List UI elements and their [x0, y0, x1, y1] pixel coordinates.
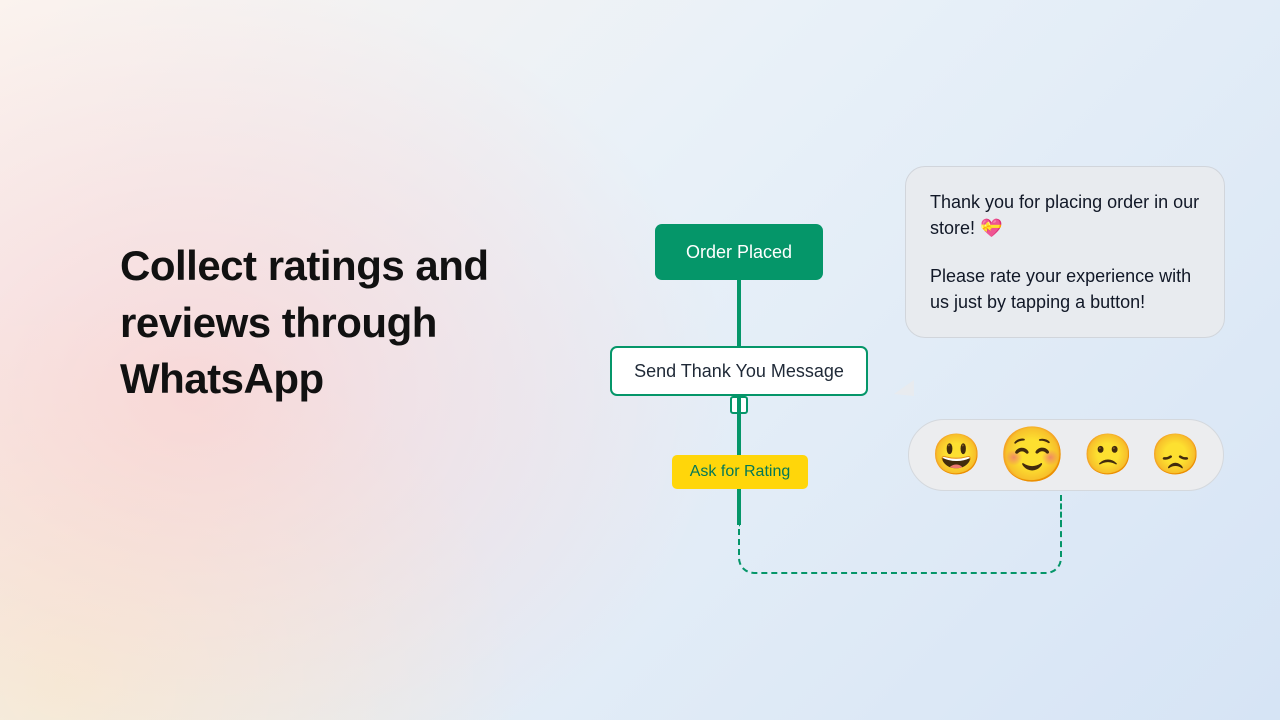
- emoji-rating-row: 😃 ☺️ 🙁 😞: [908, 419, 1224, 491]
- chat-bubble-tail: [894, 380, 914, 396]
- chat-bubble: Thank you for placing order in our store…: [905, 166, 1225, 338]
- emoji-happy-icon[interactable]: 😃: [932, 435, 982, 475]
- chat-line-2: Please rate your experience with us just…: [930, 263, 1200, 315]
- node-ask-for-rating: Ask for Rating: [672, 455, 808, 489]
- dashed-connector: [738, 524, 1062, 574]
- chat-line-1: Thank you for placing order in our store…: [930, 189, 1200, 241]
- diagram-canvas: Collect ratings and reviews through What…: [0, 0, 1280, 720]
- connector: [737, 489, 741, 525]
- emoji-disappointed-icon[interactable]: 😞: [1151, 435, 1201, 475]
- emoji-pleased-icon[interactable]: ☺️: [999, 428, 1066, 482]
- node-order-placed: Order Placed: [655, 224, 823, 280]
- connector: [737, 396, 741, 456]
- dashed-connector: [1060, 495, 1062, 526]
- node-send-thank-you: Send Thank You Message: [610, 346, 868, 396]
- headline: Collect ratings and reviews through What…: [120, 238, 580, 408]
- emoji-sad-icon[interactable]: 🙁: [1083, 435, 1133, 475]
- connector: [737, 280, 741, 346]
